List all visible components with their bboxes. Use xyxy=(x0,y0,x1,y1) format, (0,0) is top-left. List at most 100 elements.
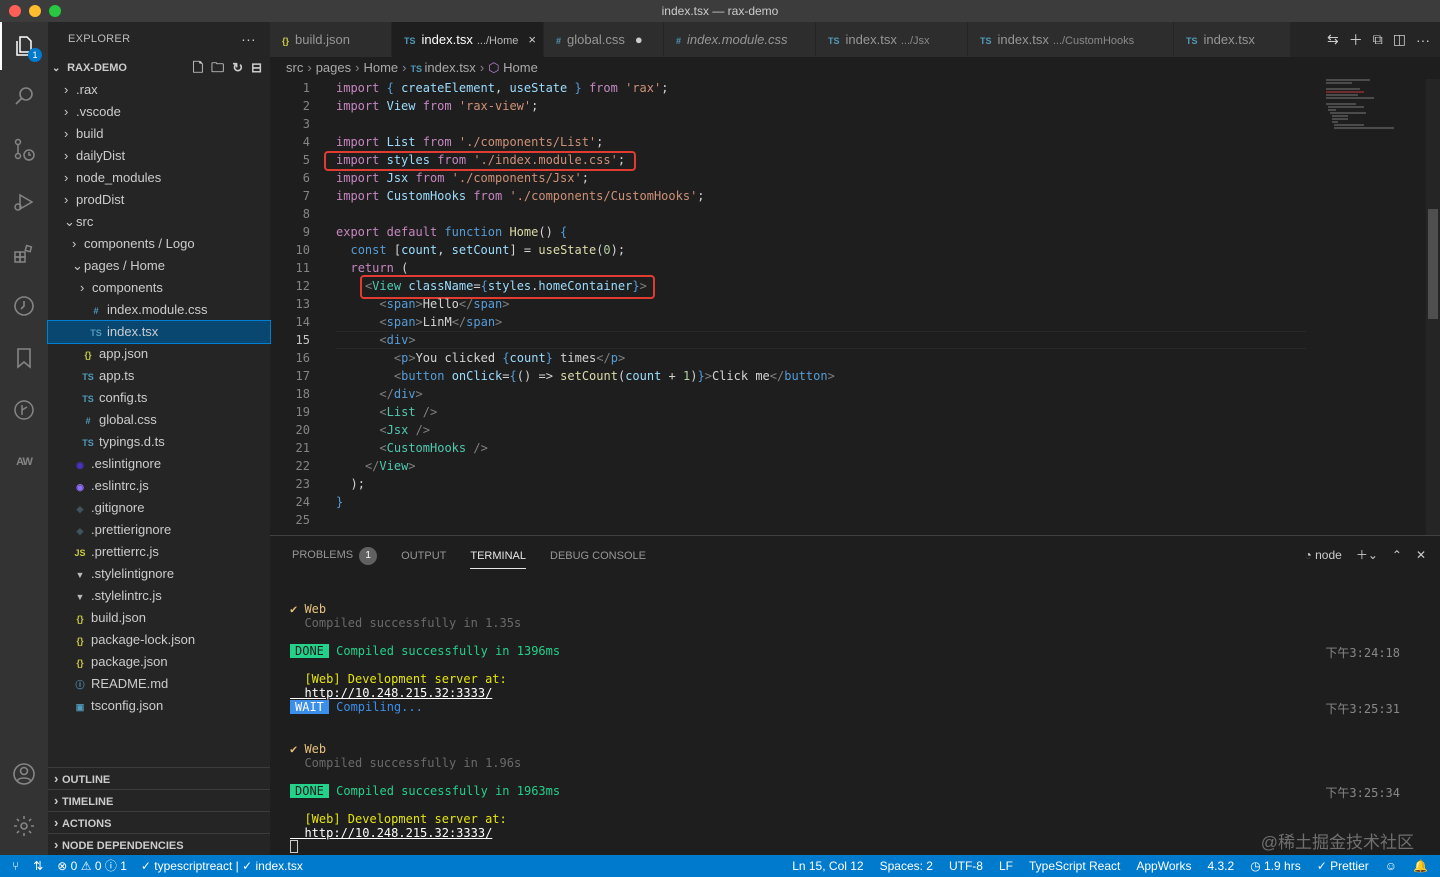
tab-output[interactable]: OUTPUT xyxy=(401,550,446,562)
file-item[interactable]: ⓘ README.md xyxy=(48,673,270,695)
maximize-window-button[interactable] xyxy=(49,5,61,17)
file-item[interactable]: TS config.ts xyxy=(48,387,270,409)
folder-item[interactable]: › .rax xyxy=(48,79,270,101)
add-icon[interactable]: ＋ xyxy=(1349,30,1363,50)
file-item[interactable]: ▼ .stylelintrc.js xyxy=(48,585,270,607)
section-timeline[interactable]: › TIMELINE xyxy=(48,789,270,811)
timeline-icon[interactable] xyxy=(0,282,48,330)
folder-item[interactable]: › node_modules xyxy=(48,167,270,189)
file-item[interactable]: ▣ tsconfig.json xyxy=(48,695,270,717)
breadcrumb-item[interactable]: index.tsx xyxy=(425,60,476,75)
sync-icon[interactable]: ⇅ xyxy=(33,855,43,877)
editor-tab[interactable]: # index.module.css xyxy=(664,22,816,57)
appworks-status[interactable]: AppWorks xyxy=(1136,855,1191,877)
settings-gear-icon[interactable] xyxy=(0,802,48,850)
project-header[interactable]: ⌄ RAX-DEMO 🗋 🗀 ↻ ⊟ xyxy=(48,57,270,79)
collapse-all-icon[interactable]: ⊟ xyxy=(251,57,262,79)
section-outline[interactable]: › OUTLINE xyxy=(48,767,270,789)
tab-problems[interactable]: PROBLEMS 1 xyxy=(292,547,378,565)
editor-tab[interactable]: TS index.tsx .../Jsx xyxy=(816,22,968,57)
new-folder-icon[interactable]: 🗀 xyxy=(211,57,224,79)
more-actions-icon[interactable]: ··· xyxy=(241,22,256,57)
editor-tab[interactable]: TS index.tsx .../CustomHooks xyxy=(968,22,1174,57)
feedback-icon[interactable]: ☺ xyxy=(1385,855,1397,877)
editor-tab[interactable]: TS index.tsx xyxy=(1174,22,1294,57)
explorer-icon[interactable]: 1 xyxy=(0,22,48,70)
close-panel-icon[interactable]: ✕ xyxy=(1416,548,1426,562)
open-preview-icon[interactable]: ⧉ xyxy=(1373,31,1383,48)
terminal-shell-selector[interactable]: ◔ node xyxy=(1305,548,1342,562)
file-item[interactable]: ◆ .prettierignore xyxy=(48,519,270,541)
folder-item[interactable]: › dailyDist xyxy=(48,145,270,167)
search-icon[interactable] xyxy=(0,72,48,120)
editor-tab[interactable]: # global.css ● xyxy=(544,22,664,57)
editor-tab[interactable]: TS index.tsx .../Home × xyxy=(392,22,544,57)
file-item[interactable]: {} package.json xyxy=(48,651,270,673)
code-editor[interactable]: 1 import { createElement, useState } from… xyxy=(270,79,1440,535)
breadcrumb-item[interactable]: src xyxy=(286,60,303,75)
section-node-dependencies[interactable]: › NODE DEPENDENCIES xyxy=(48,833,270,855)
extensions-icon[interactable] xyxy=(0,230,48,278)
breadcrumb-item[interactable]: pages xyxy=(316,60,351,75)
tab-debug-console[interactable]: DEBUG CONSOLE xyxy=(550,550,646,562)
breadcrumb-item[interactable]: Home xyxy=(503,60,538,75)
run-debug-icon[interactable] xyxy=(0,178,48,226)
file-item[interactable]: TS typings.d.ts xyxy=(48,431,270,453)
git-graph-icon[interactable] xyxy=(0,386,48,434)
file-item[interactable]: ◉ .eslintrc.js xyxy=(48,475,270,497)
more-actions-icon[interactable]: ··· xyxy=(1416,32,1430,48)
editor-scrollbar[interactable] xyxy=(1426,79,1440,535)
split-editor-icon[interactable]: ◫ xyxy=(1393,31,1406,48)
source-control-icon[interactable] xyxy=(0,126,48,174)
server-url-link[interactable]: http://10.248.215.32:3333/ xyxy=(290,686,492,700)
refresh-icon[interactable]: ↻ xyxy=(232,57,243,79)
folder-item[interactable]: › components / Logo xyxy=(48,233,270,255)
file-item[interactable]: ◉ .eslintignore xyxy=(48,453,270,475)
file-item[interactable]: {} app.json xyxy=(48,343,270,365)
new-file-icon[interactable]: 🗋 xyxy=(193,57,203,79)
bookmark-icon[interactable] xyxy=(0,334,48,382)
folder-item[interactable]: ⌄pages / Home xyxy=(48,255,270,277)
remote-icon[interactable]: ⑂ xyxy=(12,855,19,877)
language-mode[interactable]: TypeScript React xyxy=(1029,855,1120,877)
folder-item[interactable]: › components xyxy=(48,277,270,299)
file-item[interactable]: {} package-lock.json xyxy=(48,629,270,651)
language-check-status[interactable]: ✓ typescriptreact | ✓ index.tsx xyxy=(141,855,303,877)
tab-terminal[interactable]: TERMINAL xyxy=(470,550,526,569)
file-item[interactable]: ▼ .stylelintignore xyxy=(48,563,270,585)
problems-status[interactable]: ⊗ 0 ⚠ 0 ⓘ 1 xyxy=(57,855,127,877)
minimize-window-button[interactable] xyxy=(29,5,41,17)
file-item[interactable]: TS app.ts xyxy=(48,365,270,387)
folder-item[interactable]: › build xyxy=(48,123,270,145)
scrollbar-thumb[interactable] xyxy=(1428,209,1438,319)
folder-item[interactable]: › prodDist xyxy=(48,189,270,211)
account-icon[interactable] xyxy=(0,750,48,798)
unsaved-dot-icon[interactable]: ● xyxy=(635,32,643,47)
file-item[interactable]: # index.module.css xyxy=(48,299,270,321)
compare-icon[interactable]: ⇆ xyxy=(1327,31,1339,48)
file-item[interactable]: {} build.json xyxy=(48,607,270,629)
close-tab-icon[interactable]: × xyxy=(528,32,536,47)
editor-tab[interactable]: {} build.json xyxy=(270,22,392,57)
folder-item[interactable]: › .vscode xyxy=(48,101,270,123)
cursor-position[interactable]: Ln 15, Col 12 xyxy=(792,855,863,877)
appworks-icon[interactable]: AW xyxy=(0,438,48,486)
server-url-link[interactable]: http://10.248.215.32:3333/ xyxy=(290,826,492,840)
folder-item[interactable]: ⌄src xyxy=(48,211,270,233)
prettier-status[interactable]: ✓ Prettier xyxy=(1317,855,1369,877)
file-item[interactable]: ◆ .gitignore xyxy=(48,497,270,519)
end-of-line[interactable]: LF xyxy=(999,855,1013,877)
new-terminal-icon[interactable]: ＋⌄ xyxy=(1356,546,1378,563)
close-window-button[interactable] xyxy=(9,5,21,17)
wakatime-status[interactable]: ◷ 1.9 hrs xyxy=(1250,855,1301,877)
minimap[interactable] xyxy=(1326,79,1426,139)
file-item[interactable]: JS .prettierrc.js xyxy=(48,541,270,563)
indentation[interactable]: Spaces: 2 xyxy=(880,855,933,877)
maximize-panel-icon[interactable]: ⌃ xyxy=(1392,548,1402,562)
section-actions[interactable]: › ACTIONS xyxy=(48,811,270,833)
notifications-icon[interactable]: 🔔 xyxy=(1413,855,1428,877)
encoding[interactable]: UTF-8 xyxy=(949,855,983,877)
breadcrumb-item[interactable]: Home xyxy=(363,60,398,75)
file-item[interactable]: TS index.tsx xyxy=(47,320,271,344)
ts-version[interactable]: 4.3.2 xyxy=(1208,855,1235,877)
